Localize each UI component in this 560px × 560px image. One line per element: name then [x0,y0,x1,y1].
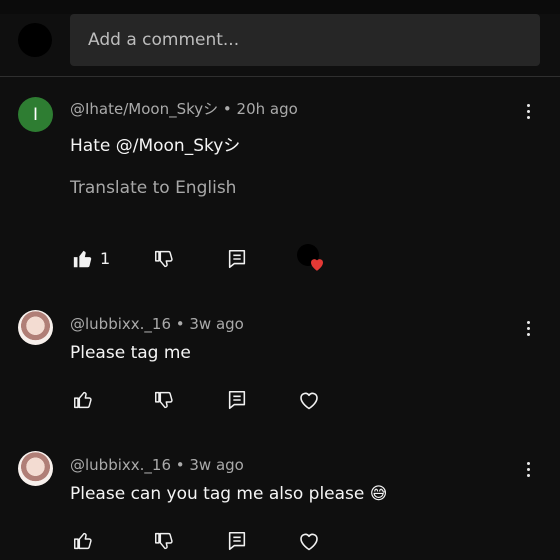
reply-button[interactable] [224,528,250,554]
heart-icon [300,392,318,410]
avatar[interactable]: I [18,97,53,132]
add-comment-placeholder: Add a comment... [88,30,240,50]
avatar[interactable] [18,451,53,486]
dislike-button[interactable] [151,528,177,554]
comment-text: Please can you tag me also please 😅 [70,484,388,504]
divider [0,76,560,77]
avatar-initial: I [32,104,38,125]
comment-meta[interactable]: @Ihate/Moon_Skyシ • 20h ago [70,98,298,119]
reply-button[interactable] [224,387,250,413]
comment-text: Please tag me [70,343,191,363]
user-avatar[interactable] [18,23,52,57]
more-vert-icon[interactable] [524,462,532,477]
thumb-up-icon [73,250,92,268]
more-vert-icon[interactable] [524,104,532,119]
thumb-up-icon [74,532,92,550]
like-button[interactable] [70,528,96,554]
thumb-down-icon [155,250,173,268]
reply-comment-icon [228,390,246,410]
thumb-up-icon [74,391,92,409]
comment-actions [70,528,370,554]
comment-meta[interactable]: @lubbixx._16 • 3w ago [70,315,244,333]
like-count: 1 [100,249,111,268]
heart-button[interactable] [296,528,322,554]
heart-icon [300,533,318,551]
top-strip [0,0,560,14]
heart-button[interactable] [296,387,322,413]
like-button[interactable] [70,387,96,413]
comment-composer: Add a comment... [0,14,560,76]
translate-link[interactable]: Translate to English [70,178,236,198]
add-comment-input[interactable]: Add a comment... [70,14,540,66]
creator-heart-badge[interactable] [297,244,325,272]
thumb-down-icon [155,391,173,409]
dislike-button[interactable] [151,246,177,272]
reply-button[interactable] [224,246,250,272]
comment-actions [70,387,370,413]
like-button[interactable] [70,246,96,272]
dislike-button[interactable] [151,387,177,413]
more-vert-icon[interactable] [524,321,532,336]
avatar[interactable] [18,310,53,345]
reply-comment-icon [228,531,246,551]
comment-text: Hate @/Moon_Skyシ [70,136,241,156]
thumb-down-icon [155,532,173,550]
comment-meta[interactable]: @lubbixx._16 • 3w ago [70,456,244,474]
heart-icon [311,259,323,271]
reply-comment-icon [228,249,246,269]
comment-actions: 1 [70,244,370,272]
